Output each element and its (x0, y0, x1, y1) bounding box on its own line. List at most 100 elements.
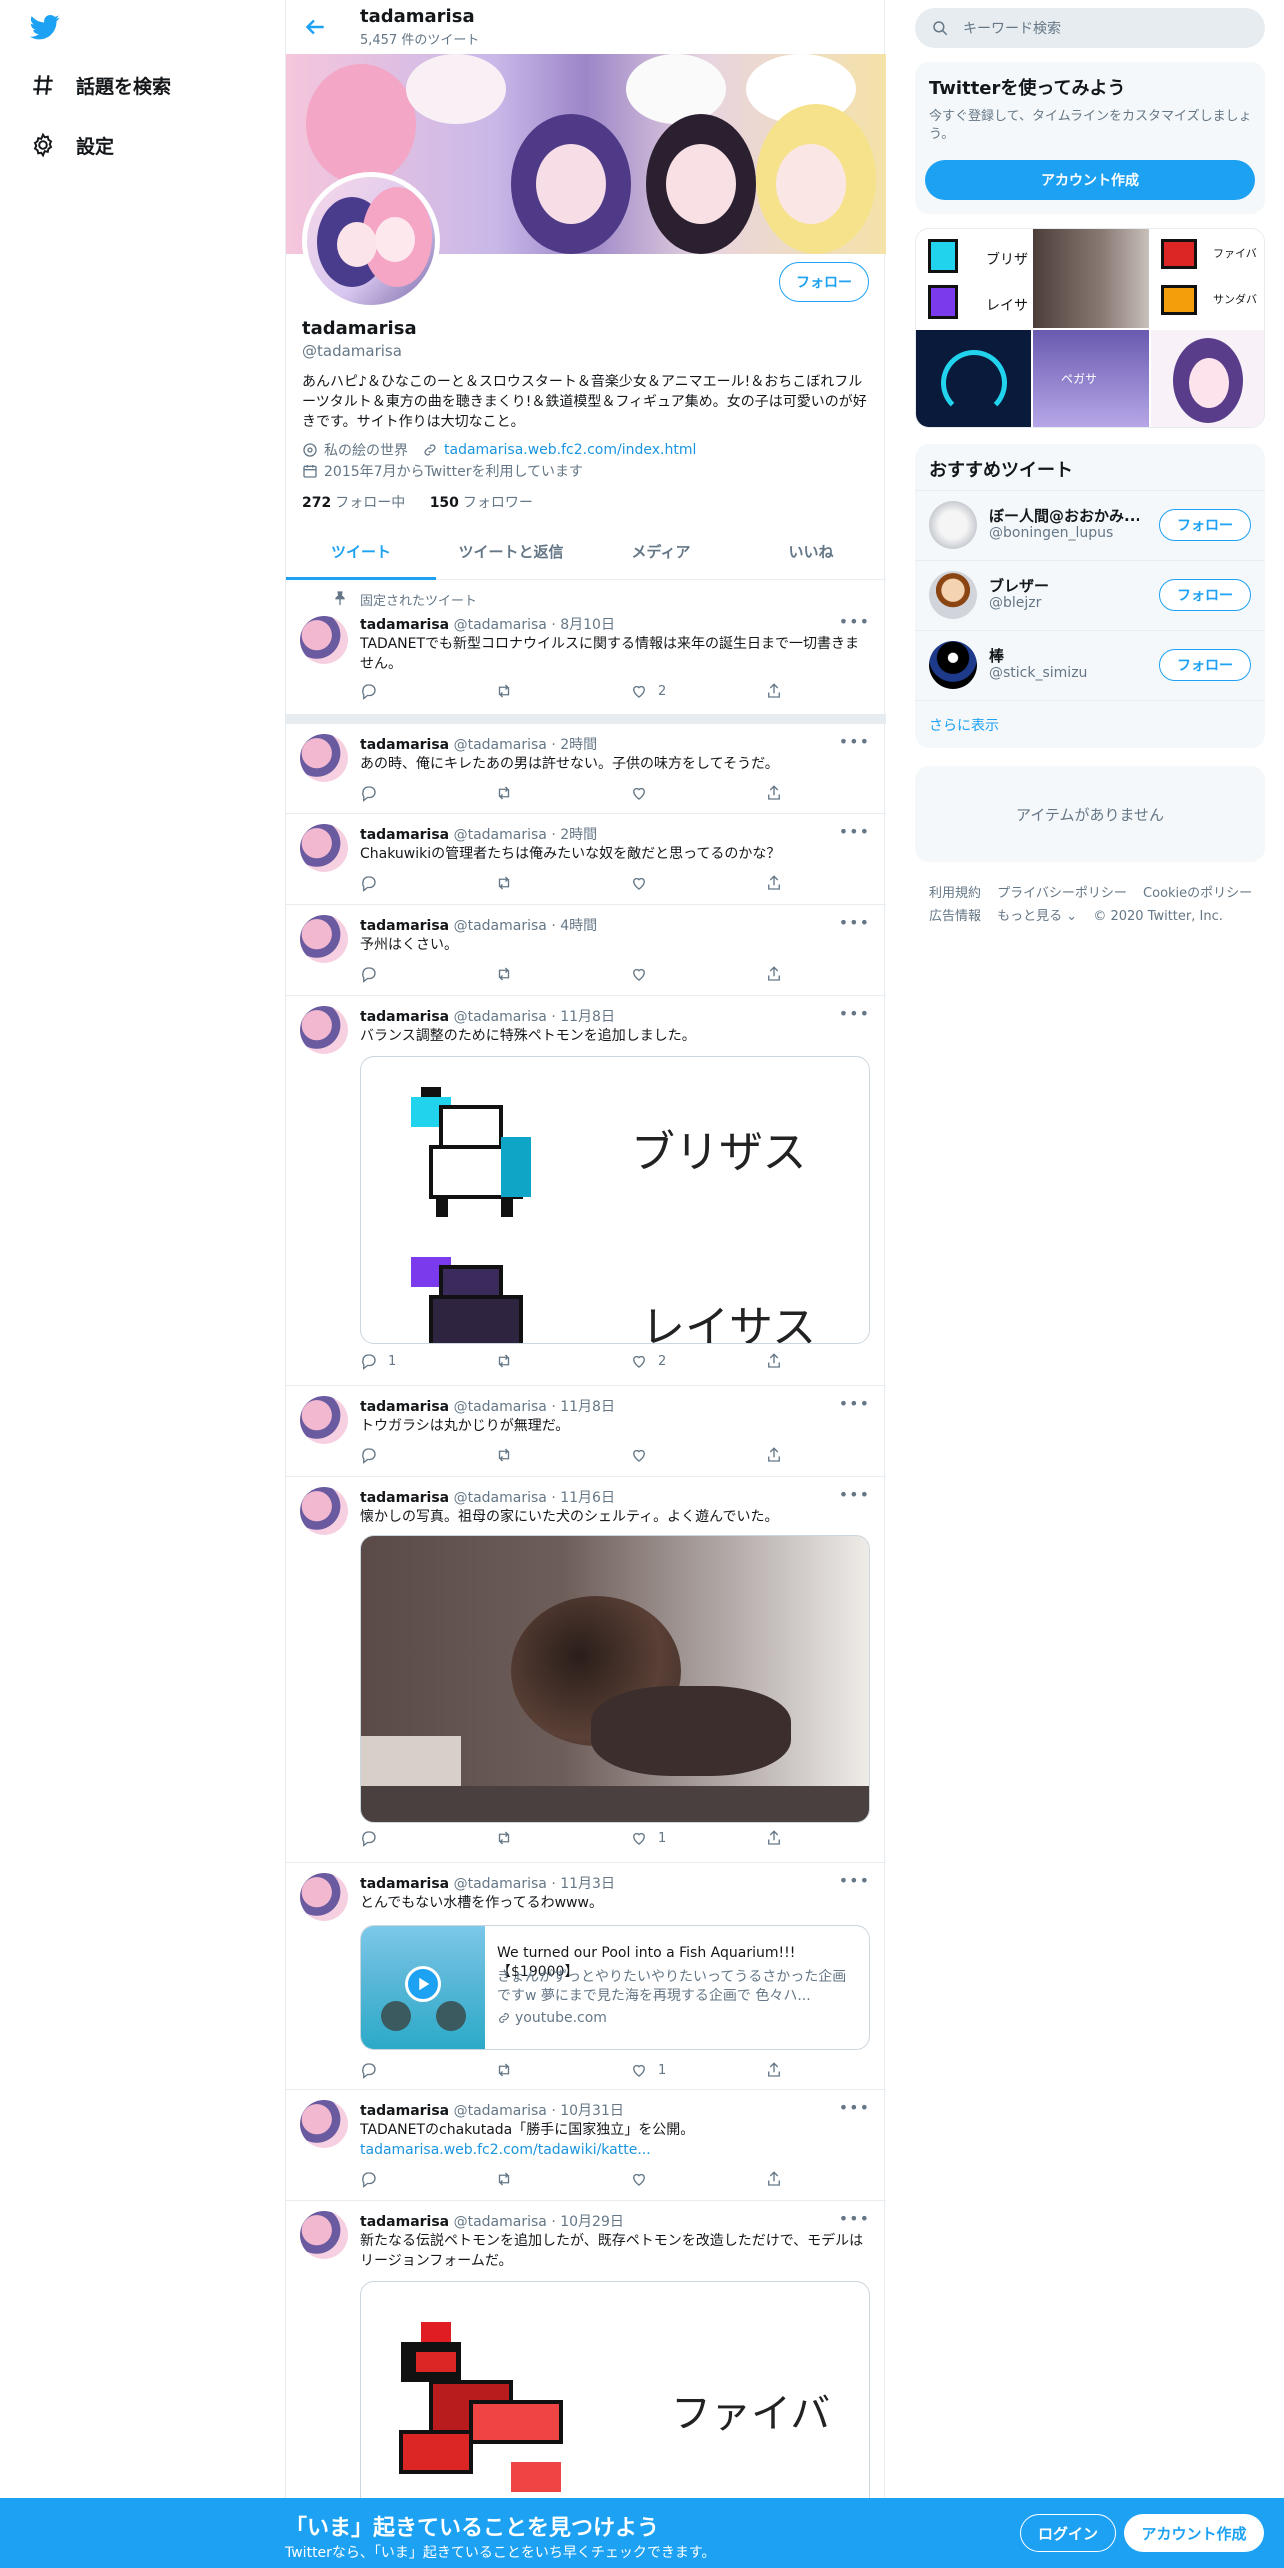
link-card[interactable]: We turned our Pool into a Fish Aquarium!… (360, 1925, 870, 2050)
media-thumb[interactable]: ファイバ サンダバ (1151, 229, 1264, 328)
reply-action[interactable] (360, 965, 388, 983)
login-button[interactable]: ログイン (1020, 2514, 1116, 2552)
tweet-author-name[interactable]: tadamarisa (360, 2214, 449, 2230)
more-options-icon[interactable]: ••• (839, 1394, 870, 1413)
tweet[interactable]: tadamarisa @tadamarisa · 10月29日 ••• 新たなる… (286, 2201, 886, 2521)
tweet-author-name[interactable]: tadamarisa (360, 2103, 449, 2119)
like-action[interactable]: 2 (630, 1352, 666, 1370)
play-icon[interactable] (405, 1966, 441, 2002)
tweet[interactable]: tadamarisa @tadamarisa · 11月6日 ••• 懐かしの写… (286, 1477, 886, 1863)
tweet-time[interactable]: 10月29日 (560, 2214, 624, 2230)
like-action[interactable]: 1 (630, 2061, 666, 2079)
tab-tweets-replies[interactable]: ツイートと返信 (436, 524, 586, 579)
tweet-avatar[interactable] (300, 915, 348, 963)
footer-link[interactable]: 利用規約 (929, 886, 981, 901)
back-arrow-icon[interactable] (302, 14, 328, 40)
tweet-time[interactable]: 11月8日 (560, 1009, 615, 1025)
tweet[interactable]: tadamarisa @tadamarisa · 11月8日 ••• バランス調… (286, 996, 886, 1386)
media-thumb[interactable] (1151, 330, 1264, 427)
follow-button[interactable]: フォロー (1159, 509, 1251, 541)
tweet-avatar[interactable] (300, 1873, 348, 1921)
tweet-author-name[interactable]: tadamarisa (360, 1490, 449, 1506)
tweet-image[interactable]: ファイバ (360, 2281, 870, 2521)
user-avatar[interactable] (929, 641, 977, 689)
media-thumb[interactable] (916, 330, 1031, 427)
tab-tweets[interactable]: ツイート (286, 524, 436, 580)
reply-action[interactable]: 1 (360, 1352, 396, 1370)
search-input[interactable]: キーワード検索 (915, 8, 1265, 48)
retweet-action[interactable] (495, 2061, 523, 2079)
nav-settings[interactable]: 設定 (30, 125, 114, 165)
share-action[interactable] (765, 784, 793, 802)
tab-likes[interactable]: いいね (736, 524, 886, 579)
follow-button[interactable]: フォロー (1159, 649, 1251, 681)
tweet-image[interactable]: ブリザス レイサス (360, 1056, 870, 1344)
tweet-time[interactable]: 11月8日 (560, 1399, 615, 1415)
tweet-avatar[interactable] (300, 2211, 348, 2259)
tweet-author-name[interactable]: tadamarisa (360, 918, 449, 934)
follow-button[interactable]: フォロー (779, 262, 869, 302)
reply-action[interactable] (360, 874, 388, 892)
tweet-avatar[interactable] (300, 1396, 348, 1444)
like-action[interactable]: 2 (630, 682, 666, 700)
like-action[interactable] (630, 1446, 658, 1464)
share-action[interactable] (765, 1829, 793, 1847)
retweet-action[interactable] (495, 1829, 523, 1847)
tweet-avatar[interactable] (300, 2100, 348, 2148)
tweet-time[interactable]: 10月31日 (560, 2103, 624, 2119)
tweet-link[interactable]: tadamarisa.web.fc2.com/tadawiki/katte... (360, 2140, 870, 2160)
media-thumb[interactable]: ブリザ レイサ (916, 229, 1031, 328)
more-options-icon[interactable]: ••• (839, 732, 870, 751)
like-action[interactable] (630, 784, 658, 802)
following-stat[interactable]: 272 フォロー中 (302, 495, 405, 511)
tweet-author-name[interactable]: tadamarisa (360, 1399, 449, 1415)
tweet-avatar[interactable] (300, 1487, 348, 1535)
show-more-link[interactable]: さらに表示 (915, 700, 1265, 748)
media-thumb[interactable] (1033, 229, 1149, 328)
user-avatar[interactable] (929, 501, 977, 549)
tweet[interactable]: tadamarisa @tadamarisa · 11月8日 ••• トウガラシ… (286, 1386, 886, 1477)
signup-button[interactable]: アカウント作成 (1124, 2514, 1264, 2552)
retweet-action[interactable] (495, 2170, 523, 2188)
tweet-avatar[interactable] (300, 734, 348, 782)
more-options-icon[interactable]: ••• (839, 2098, 870, 2117)
nav-explore[interactable]: 話題を検索 (30, 65, 171, 105)
share-action[interactable] (765, 2061, 793, 2079)
tweet-author-name[interactable]: tadamarisa (360, 1876, 449, 1892)
more-options-icon[interactable]: ••• (839, 1004, 870, 1023)
tweet-photo-dog[interactable] (360, 1535, 870, 1823)
reply-action[interactable] (360, 2061, 388, 2079)
tweet-time[interactable]: 11月6日 (560, 1490, 615, 1506)
more-options-icon[interactable]: ••• (839, 913, 870, 932)
create-account-button[interactable]: アカウント作成 (925, 160, 1255, 200)
share-action[interactable] (765, 1352, 793, 1370)
retweet-action[interactable] (495, 1446, 523, 1464)
more-options-icon[interactable]: ••• (839, 612, 870, 631)
followers-stat[interactable]: 150 フォロワー (430, 495, 533, 511)
follow-button[interactable]: フォロー (1159, 579, 1251, 611)
user-avatar[interactable] (929, 571, 977, 619)
tweet[interactable]: tadamarisa @tadamarisa · 2時間 ••• Chakuwi… (286, 814, 886, 905)
like-action[interactable] (630, 965, 658, 983)
retweet-action[interactable] (495, 965, 523, 983)
tweet-time[interactable]: 11月3日 (560, 1876, 615, 1892)
share-action[interactable] (765, 682, 793, 700)
reply-action[interactable] (360, 2170, 388, 2188)
tweet-author-name[interactable]: tadamarisa (360, 1009, 449, 1025)
footer-link[interactable]: 広告情報 (929, 909, 981, 924)
tweet[interactable]: tadamarisa @tadamarisa · 10月31日 ••• TADA… (286, 2090, 886, 2201)
retweet-action[interactable] (495, 874, 523, 892)
like-action[interactable]: 1 (630, 1829, 666, 1847)
share-action[interactable] (765, 2170, 793, 2188)
tweet-avatar[interactable] (300, 824, 348, 872)
retweet-action[interactable] (495, 1352, 523, 1370)
suggested-user[interactable]: 棒 @stick_simizu フォロー (915, 630, 1265, 700)
retweet-action[interactable] (495, 784, 523, 802)
tweet-time[interactable]: 2時間 (560, 737, 597, 753)
footer-link[interactable]: プライバシーポリシー (997, 886, 1127, 901)
suggested-user[interactable]: ブレザー @blejzr フォロー (915, 560, 1265, 630)
tweet-avatar[interactable] (300, 616, 348, 664)
reply-action[interactable] (360, 682, 388, 700)
share-action[interactable] (765, 965, 793, 983)
tweet-pinned[interactable]: 固定されたツイート tadamarisa @tadamarisa · 8月10日… (286, 580, 886, 714)
